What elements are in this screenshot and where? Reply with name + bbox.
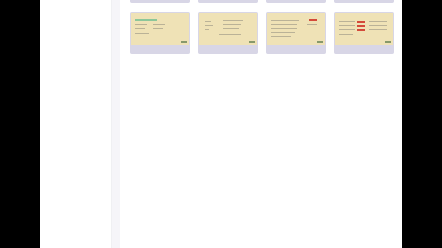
card-caption [198,46,258,54]
thumbnail-text-line [339,29,355,30]
card-thumbnail [335,13,393,45]
card[interactable] [334,12,394,54]
app-window [40,0,402,248]
thumbnail-text-line [205,25,213,26]
thumbnail-text-line [271,28,297,29]
previous-card[interactable] [266,0,326,3]
card-caption [130,46,190,54]
card-thumbnail [267,13,325,45]
card[interactable] [130,12,190,54]
thumbnail-text-line [219,34,241,35]
thumbnail-text-line [369,29,387,30]
card-caption [266,46,326,54]
thumbnail-highlight [135,19,157,21]
previous-card[interactable] [334,0,394,3]
thumbnail-title [271,15,321,17]
previous-card[interactable] [198,0,258,3]
thumbnail-title [203,15,253,17]
thumbnail-title [339,15,389,17]
thumbnail-logo [249,41,255,43]
thumbnail-text-line [339,25,355,26]
card[interactable] [198,12,258,54]
thumbnail-text-line [223,20,243,21]
thumbnail-text-line [271,20,299,21]
thumbnail-highlight [357,21,365,23]
previous-card[interactable] [130,0,190,3]
panel-divider [112,0,120,248]
thumbnail-text-line [223,28,239,29]
thumbnail-text-line [271,36,291,37]
thumbnail-text-line [369,21,387,22]
thumbnail-text-line [223,24,241,25]
thumbnail-text-line [307,24,317,25]
thumbnail-text-line [271,32,295,33]
card-thumbnail [199,13,257,45]
thumbnail-highlight [357,25,365,27]
content-area [120,0,402,248]
card-thumbnail [131,13,189,45]
thumbnail-text-line [205,21,211,22]
thumbnail-text-line [271,24,297,25]
thumbnail-highlight [357,29,365,31]
thumbnail-text-line [135,33,149,34]
card[interactable] [266,12,326,54]
thumbnail-logo [181,41,187,43]
thumbnail-highlight [309,19,317,21]
thumbnail-text-line [135,24,147,25]
thumbnail-logo [317,41,323,43]
thumbnail-text-line [205,29,209,30]
thumbnail-title [135,15,185,17]
screen-border [402,0,442,248]
left-panel [40,0,112,248]
previous-row-cards [120,0,402,4]
thumbnail-text-line [153,24,165,25]
thumbnail-text-line [135,28,145,29]
thumbnail-text-line [369,25,387,26]
thumbnail-text-line [339,21,355,22]
thumbnail-text-line [153,28,163,29]
card-caption [334,46,394,54]
thumbnail-logo [385,41,391,43]
thumbnail-text-line [339,34,353,35]
